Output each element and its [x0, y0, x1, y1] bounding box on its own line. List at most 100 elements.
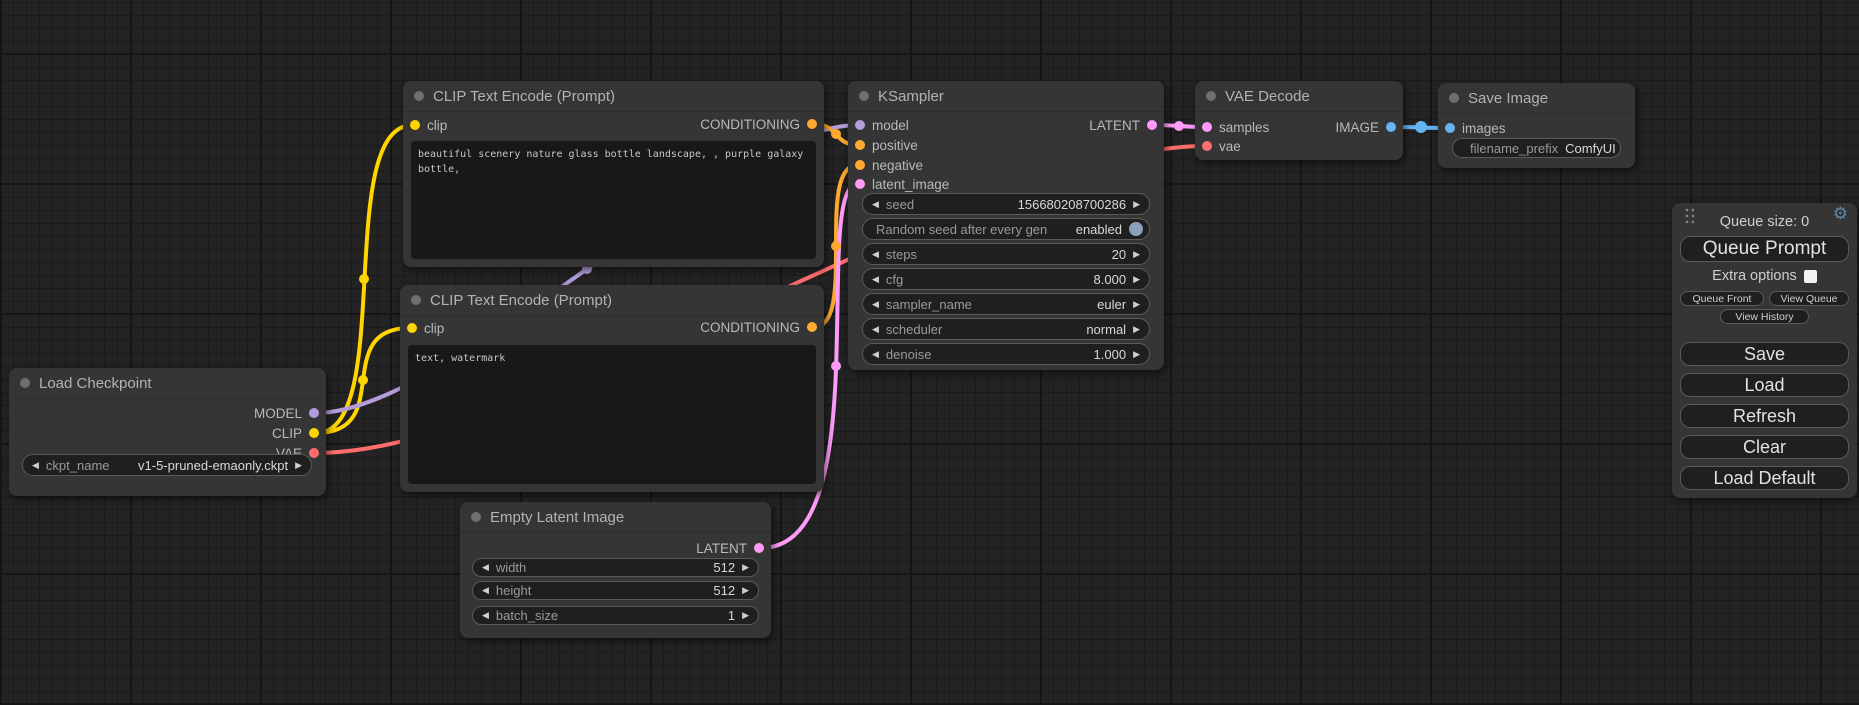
batch-size-widget[interactable]: ◀ batch_size 1 ▶ — [472, 606, 759, 625]
decrement-arrow-icon[interactable]: ◀ — [872, 200, 879, 209]
view-queue-button[interactable]: View Queue — [1769, 291, 1849, 306]
width-widget[interactable]: ◀ width 512 ▶ — [472, 558, 759, 577]
collapse-dot-icon[interactable] — [1206, 91, 1216, 101]
decrement-arrow-icon[interactable]: ◀ — [872, 275, 879, 284]
collapse-dot-icon[interactable] — [1449, 93, 1459, 103]
output-image[interactable]: IMAGE — [1335, 117, 1396, 137]
load-button[interactable]: Load — [1680, 373, 1849, 397]
prompt-textarea[interactable]: text, watermark — [408, 345, 816, 484]
node-save-image[interactable]: Save Image images filename_prefix ComfyU… — [1438, 83, 1635, 168]
ckpt-name-widget[interactable]: ◀ ckpt_name v1-5-pruned-emaonly.ckpt ▶ — [22, 454, 312, 476]
clip-port-icon[interactable] — [309, 428, 319, 438]
settings-gear-icon[interactable]: ⚙ — [1833, 204, 1848, 224]
conditioning-port-icon[interactable] — [807, 119, 817, 129]
output-conditioning[interactable]: CONDITIONING — [700, 114, 817, 134]
denoise-widget[interactable]: ◀ denoise 1.000 ▶ — [862, 343, 1150, 365]
input-model[interactable]: model — [855, 115, 909, 135]
decrement-arrow-icon[interactable]: ◀ — [482, 611, 489, 620]
cfg-widget[interactable]: ◀ cfg 8.000 ▶ — [862, 268, 1150, 290]
increment-arrow-icon[interactable]: ▶ — [742, 586, 749, 595]
output-model[interactable]: MODEL — [254, 403, 319, 423]
view-history-button[interactable]: View History — [1720, 309, 1809, 324]
decrement-arrow-icon[interactable]: ◀ — [872, 325, 879, 334]
increment-arrow-icon[interactable]: ▶ — [1133, 200, 1140, 209]
node-empty-latent-image[interactable]: Empty Latent Image LATENT ◀ width 512 ▶ … — [460, 502, 771, 638]
latent-port-icon[interactable] — [1147, 120, 1157, 130]
queue-prompt-button[interactable]: Queue Prompt — [1680, 236, 1849, 262]
output-clip[interactable]: CLIP — [272, 423, 319, 443]
node-title-bar[interactable]: CLIP Text Encode (Prompt) — [403, 81, 824, 112]
save-button[interactable]: Save — [1680, 342, 1849, 366]
output-latent[interactable]: LATENT — [1089, 115, 1157, 135]
decrement-arrow-icon[interactable]: ◀ — [872, 250, 879, 259]
increment-arrow-icon[interactable]: ▶ — [1133, 250, 1140, 259]
node-title-bar[interactable]: VAE Decode — [1195, 81, 1403, 112]
clip-port-icon[interactable] — [407, 323, 417, 333]
latent-port-icon[interactable] — [855, 179, 865, 189]
decrement-arrow-icon[interactable]: ◀ — [872, 300, 879, 309]
steps-widget[interactable]: ◀ steps 20 ▶ — [862, 243, 1150, 265]
node-title-bar[interactable]: KSampler — [848, 81, 1164, 112]
latent-port-icon[interactable] — [1202, 122, 1212, 132]
node-clip-text-encode-negative[interactable]: CLIP Text Encode (Prompt) clip CONDITION… — [400, 285, 824, 492]
node-vae-decode[interactable]: VAE Decode samples vae IMAGE — [1195, 81, 1403, 160]
random-seed-toggle-widget[interactable]: Random seed after every gen enabled — [862, 218, 1150, 240]
input-vae[interactable]: vae — [1202, 136, 1241, 156]
node-title-bar[interactable]: CLIP Text Encode (Prompt) — [400, 285, 824, 316]
queue-panel[interactable]: Queue size: 0 ⚙ Queue Prompt Extra optio… — [1672, 203, 1857, 498]
filename-prefix-widget[interactable]: filename_prefix ComfyUI — [1452, 138, 1621, 158]
toggle-knob-icon[interactable] — [1129, 222, 1143, 236]
sampler-name-widget[interactable]: ◀ sampler_name euler ▶ — [862, 293, 1150, 315]
collapse-dot-icon[interactable] — [471, 512, 481, 522]
increment-arrow-icon[interactable]: ▶ — [742, 563, 749, 572]
clear-button[interactable]: Clear — [1680, 435, 1849, 459]
node-title-bar[interactable]: Load Checkpoint — [9, 368, 326, 399]
increment-arrow-icon[interactable]: ▶ — [1133, 275, 1140, 284]
queue-front-button[interactable]: Queue Front — [1680, 291, 1764, 306]
output-conditioning[interactable]: CONDITIONING — [700, 317, 817, 337]
decrement-arrow-icon[interactable]: ◀ — [482, 563, 489, 572]
node-clip-text-encode-positive[interactable]: CLIP Text Encode (Prompt) clip CONDITION… — [403, 81, 824, 267]
conditioning-port-icon[interactable] — [855, 160, 865, 170]
scheduler-widget[interactable]: ◀ scheduler normal ▶ — [862, 318, 1150, 340]
node-graph-canvas[interactable]: Load Checkpoint MODEL CLIP VAE ◀ ckpt_na… — [0, 0, 1859, 705]
collapse-dot-icon[interactable] — [20, 378, 30, 388]
node-ksampler[interactable]: KSampler model positive negative latent_… — [848, 81, 1164, 370]
conditioning-port-icon[interactable] — [807, 322, 817, 332]
decrement-arrow-icon[interactable]: ◀ — [32, 461, 39, 470]
model-port-icon[interactable] — [855, 120, 865, 130]
model-port-icon[interactable] — [309, 408, 319, 418]
image-port-icon[interactable] — [1386, 122, 1396, 132]
load-default-button[interactable]: Load Default — [1680, 466, 1849, 490]
increment-arrow-icon[interactable]: ▶ — [1133, 325, 1140, 334]
seed-widget[interactable]: ◀ seed 156680208700286 ▶ — [862, 193, 1150, 215]
collapse-dot-icon[interactable] — [859, 91, 869, 101]
prompt-textarea[interactable]: beautiful scenery nature glass bottle la… — [411, 141, 816, 259]
node-title-bar[interactable]: Save Image — [1438, 83, 1635, 114]
decrement-arrow-icon[interactable]: ◀ — [482, 586, 489, 595]
extra-options-checkbox[interactable] — [1804, 270, 1817, 283]
clip-port-icon[interactable] — [410, 120, 420, 130]
output-latent[interactable]: LATENT — [696, 538, 764, 558]
decrement-arrow-icon[interactable]: ◀ — [872, 350, 879, 359]
input-clip[interactable]: clip — [407, 318, 444, 338]
node-load-checkpoint[interactable]: Load Checkpoint MODEL CLIP VAE ◀ ckpt_na… — [9, 368, 326, 496]
input-clip[interactable]: clip — [410, 115, 447, 135]
collapse-dot-icon[interactable] — [414, 91, 424, 101]
input-samples[interactable]: samples — [1202, 117, 1269, 137]
refresh-button[interactable]: Refresh — [1680, 404, 1849, 428]
vae-port-icon[interactable] — [309, 448, 319, 458]
image-port-icon[interactable] — [1445, 123, 1455, 133]
node-title-bar[interactable]: Empty Latent Image — [460, 502, 771, 533]
increment-arrow-icon[interactable]: ▶ — [742, 611, 749, 620]
increment-arrow-icon[interactable]: ▶ — [295, 461, 302, 470]
input-latent-image[interactable]: latent_image — [855, 174, 949, 194]
increment-arrow-icon[interactable]: ▶ — [1133, 300, 1140, 309]
latent-port-icon[interactable] — [754, 543, 764, 553]
height-widget[interactable]: ◀ height 512 ▶ — [472, 581, 759, 600]
input-negative[interactable]: negative — [855, 155, 923, 175]
increment-arrow-icon[interactable]: ▶ — [1133, 350, 1140, 359]
input-images[interactable]: images — [1445, 118, 1506, 138]
collapse-dot-icon[interactable] — [411, 295, 421, 305]
vae-port-icon[interactable] — [1202, 141, 1212, 151]
